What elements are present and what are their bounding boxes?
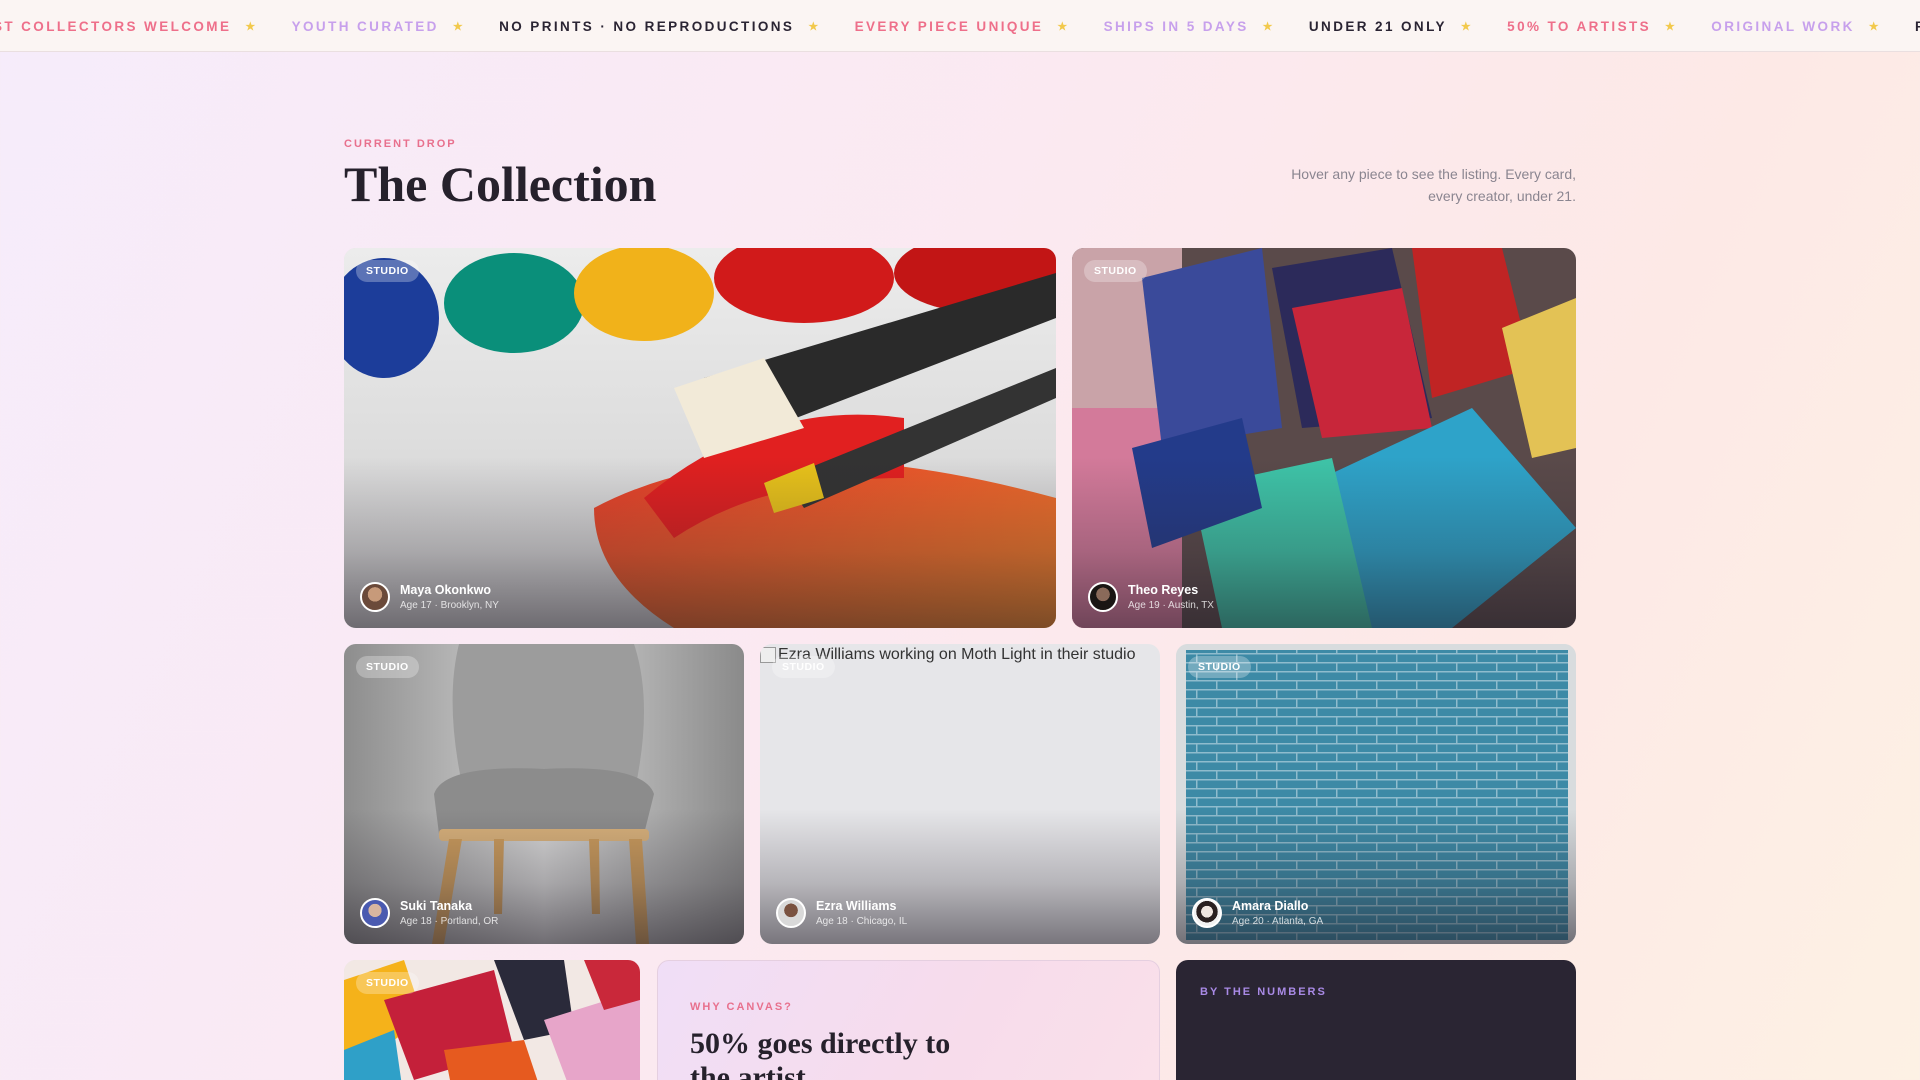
creator-info: Suki Tanaka Age 18 · Portland, OR [360,898,498,928]
ticker-label: ORIGINAL WORK [1711,18,1855,34]
star-icon: ★ [245,20,258,33]
page-title: The Collection [344,156,657,212]
star-icon: ★ [1665,20,1678,33]
creator-meta: Age 18 · Portland, OR [400,916,499,927]
artwork-card[interactable]: STUDIO Maya Okonkwo Age 17 · Brooklyn, NY [344,248,1056,628]
star-icon: ★ [808,20,821,33]
creator-info: Amara Diallo Age 20 · Atlanta, GA [1192,898,1323,928]
ticker-item: EVERY PIECE UNIQUE ★ [855,19,1070,34]
creator-name: Amara Diallo [1232,899,1309,913]
star-icon: ★ [1057,20,1070,33]
ticker-label: FIRST COLLECTORS WELCOME [0,18,232,34]
studio-badge: STUDIO [356,260,419,282]
creator-name: Theo Reyes [1128,583,1199,597]
numbers-eyebrow: BY THE NUMBERS [1200,986,1327,998]
studio-badge: STUDIO [356,972,419,994]
artwork-card[interactable]: STUDIO Amara Diallo Age 20 · Atlanta, GA [1176,644,1576,944]
creator-avatar [1088,582,1118,612]
creator-info: Ezra Williams Age 18 · Chicago, IL [776,898,907,928]
by-the-numbers-panel: BY THE NUMBERS [1176,960,1576,1080]
ticker-item: FIRST [1915,19,1920,34]
creator-meta: Age 20 · Atlanta, GA [1232,916,1324,927]
studio-badge: STUDIO [1084,260,1147,282]
creator-meta: Age 19 · Austin, TX [1128,600,1214,611]
ticker-item: YOUTH CURATED ★ [292,19,465,34]
section-eyebrow: CURRENT DROP [344,138,457,150]
artwork-card[interactable]: STUDIO Theo Reyes Age 19 · Austin, TX [1072,248,1576,628]
creator-name: Maya Okonkwo [400,583,491,597]
ticker-label: EVERY PIECE UNIQUE [854,18,1044,34]
ticker-label: SHIPS IN 5 DAYS [1103,18,1249,34]
star-icon: ★ [1262,20,1275,33]
ticker-label: NO PRINTS · NO REPRODUCTIONS [499,18,795,34]
studio-badge: STUDIO [1188,656,1251,678]
star-icon: ★ [1460,20,1474,33]
studio-badge: STUDIO [772,656,835,678]
section-subtitle: Hover any piece to see the listing. Ever… [1291,166,1576,204]
star-icon: ★ [452,20,466,33]
creator-avatar [776,898,806,928]
why-headline: 50% goes directly to the artist [690,1027,951,1080]
creator-name: Ezra Williams [816,899,897,913]
creator-avatar [360,582,390,612]
ticker-item: 50% TO ARTISTS ★ [1507,19,1677,34]
ticker-item: FIRST COLLECTORS WELCOME ★ [0,19,258,34]
creator-name: Suki Tanaka [400,899,473,913]
artwork-card[interactable]: Ezra Williams working on Moth Light in t… [760,644,1160,944]
artwork-card[interactable]: STUDIO Suki Tanaka Age 18 · Portland, OR [344,644,744,944]
creator-avatar [360,898,390,928]
ticker-item: SHIPS IN 5 DAYS ★ [1104,19,1275,34]
marquee-ticker: FIRST COLLECTORS WELCOME★YOUTH CURATED★N… [0,0,1920,52]
creator-meta: Age 18 · Chicago, IL [816,916,908,927]
ticker-item: UNDER 21 ONLY ★ [1309,19,1473,34]
creator-meta: Age 17 · Brooklyn, NY [400,600,499,611]
ticker-item: NO PRINTS · NO REPRODUCTIONS ★ [499,19,820,34]
studio-badge: STUDIO [356,656,419,678]
ticker-label: FIRST [1915,19,1920,34]
ticker-track: FIRST COLLECTORS WELCOME★YOUTH CURATED★N… [0,0,1920,51]
ticker-label: YOUTH CURATED [291,18,439,34]
artwork-card[interactable]: STUDIO [344,960,640,1080]
why-canvas-panel: WHY CANVAS? 50% goes directly to the art… [657,960,1160,1080]
ticker-label: 50% TO ARTISTS [1507,18,1652,34]
ticker-label: UNDER 21 ONLY [1308,18,1447,34]
creator-avatar [1192,898,1222,928]
ticker-item: ORIGINAL WORK ★ [1711,19,1881,34]
creator-info: Maya Okonkwo Age 17 · Brooklyn, NY [360,582,499,612]
why-eyebrow: WHY CANVAS? [690,1001,793,1013]
creator-info: Theo Reyes Age 19 · Austin, TX [1088,582,1214,612]
star-icon: ★ [1868,20,1882,33]
